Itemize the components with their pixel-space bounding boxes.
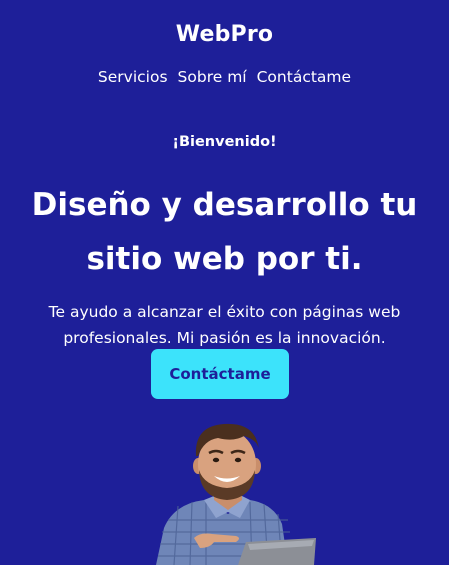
- nav-link-sobre-mi[interactable]: Sobre mí: [178, 68, 247, 86]
- main-nav: Servicios Sobre mí Contáctame: [0, 68, 449, 86]
- contact-button[interactable]: Contáctame: [151, 349, 289, 399]
- portrait-image: [156, 423, 316, 565]
- nav-link-contactame[interactable]: Contáctame: [257, 68, 351, 86]
- welcome-label: ¡Bienvenido!: [172, 134, 277, 150]
- hero-subtitle: Te ayudo a alcanzar el éxito con páginas…: [48, 303, 401, 347]
- brand-logo[interactable]: WebPro: [0, 22, 449, 47]
- hero-headline: Diseño y desarrollo tu sitio web por ti.: [31, 187, 418, 277]
- nav-link-servicios[interactable]: Servicios: [98, 68, 168, 86]
- landing-page: WebPro Servicios Sobre mí Contáctame ¡Bi…: [0, 0, 449, 565]
